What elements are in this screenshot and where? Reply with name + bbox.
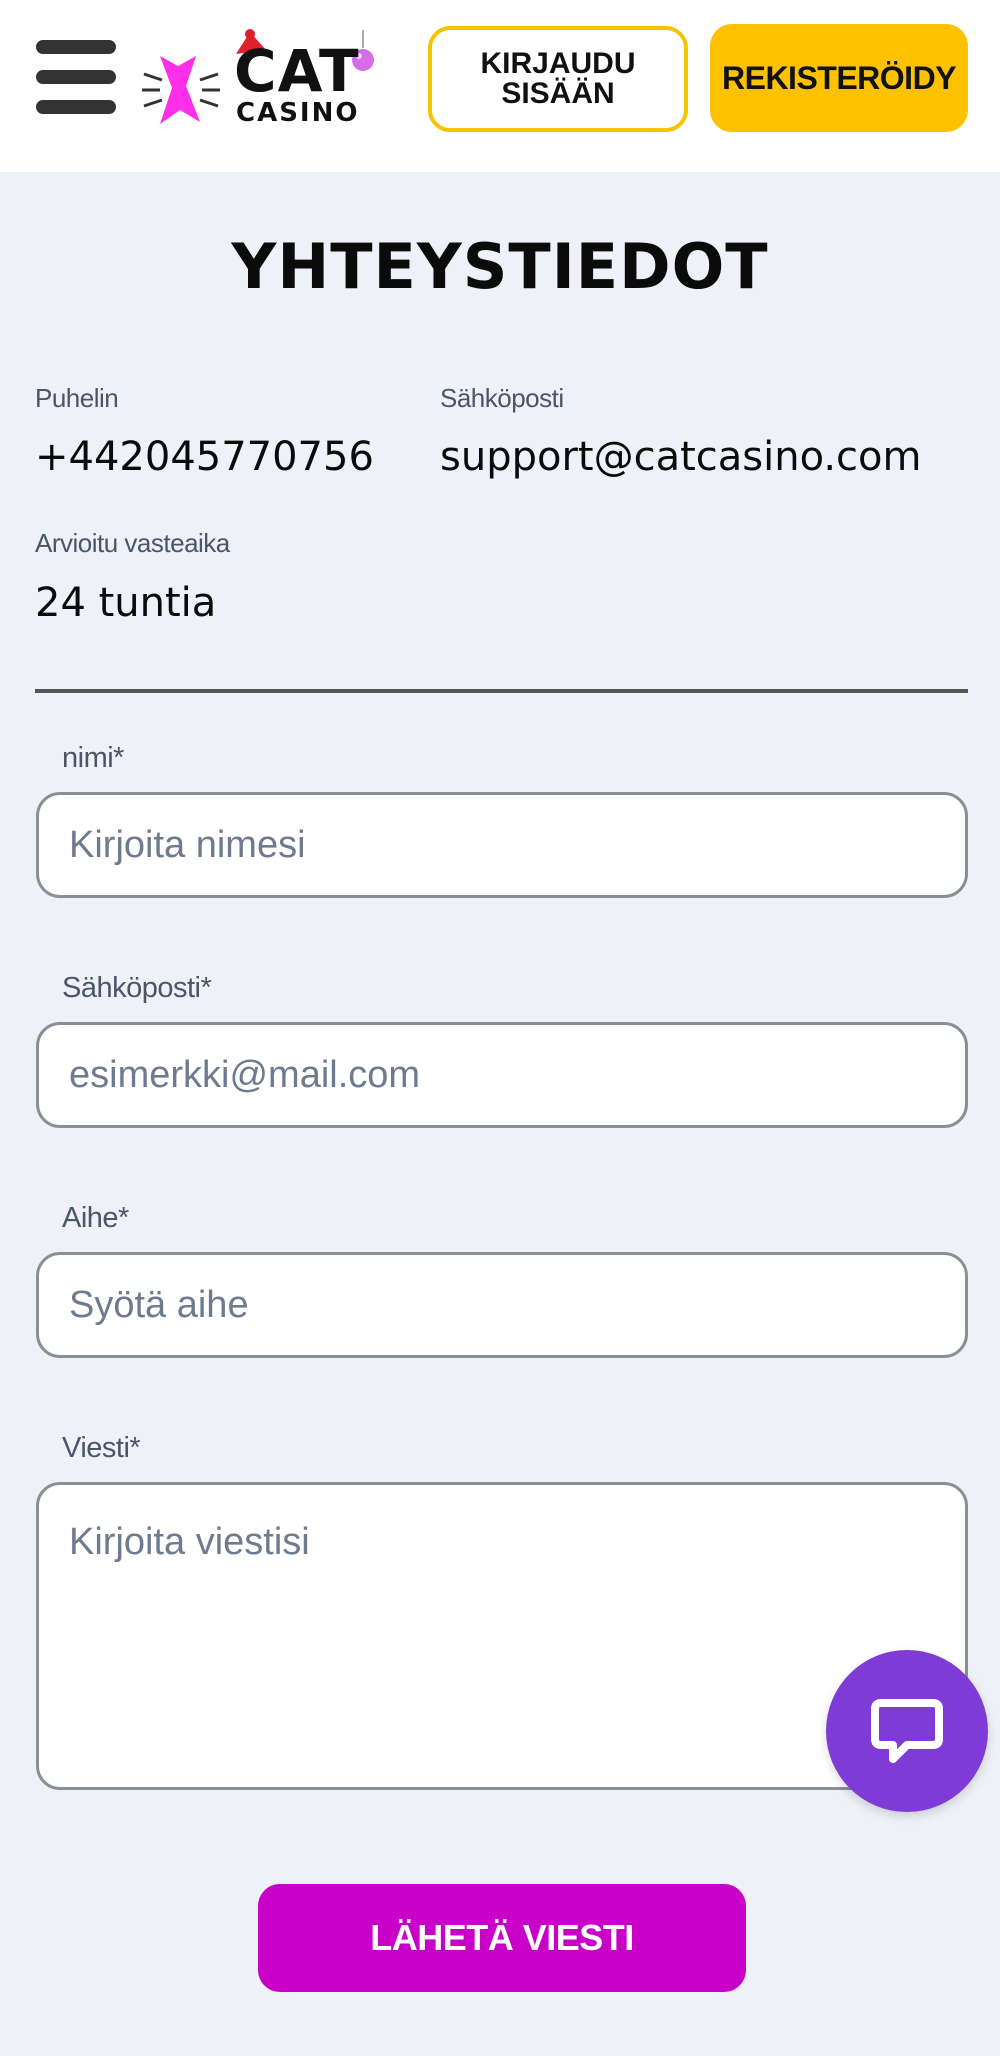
email-value[interactable]: support@catcasino.com (440, 434, 921, 480)
hamburger-menu-icon[interactable] (36, 40, 116, 114)
login-button[interactable]: KIRJAUDU SISÄÄN (428, 26, 688, 132)
subject-input[interactable] (36, 1252, 968, 1358)
response-time-label: Arvioitu vasteaika (35, 528, 230, 558)
send-message-button[interactable]: LÄHETÄ VIESTI (258, 1884, 746, 1992)
hamburger-bar (36, 70, 116, 84)
email-input[interactable] (36, 1022, 968, 1128)
email-label: Sähköposti (440, 383, 564, 413)
live-chat-button[interactable] (826, 1650, 988, 1812)
email-field-label: Sähköposti* (62, 972, 212, 1004)
phone-value[interactable]: +442045770756 (35, 434, 374, 480)
section-divider (35, 689, 968, 693)
message-field-label: Viesti* (62, 1432, 141, 1464)
cat-logo-icon (142, 56, 220, 124)
cat-casino-logo[interactable]: CAT CASINO (140, 28, 380, 138)
register-button[interactable]: REKISTERÖIDY (710, 24, 968, 132)
logo-casino-text: CASINO (236, 98, 360, 128)
hamburger-bar (36, 100, 116, 114)
chat-bubble-icon (871, 1699, 943, 1763)
phone-label: Puhelin (35, 383, 119, 413)
hamburger-bar (36, 40, 116, 54)
page-title: YHTEYSTIEDOT (231, 230, 769, 303)
name-input[interactable] (36, 792, 968, 898)
subject-field-label: Aihe* (62, 1202, 129, 1234)
name-field-label: nimi* (62, 742, 124, 774)
logo-cat-text: CAT (234, 37, 360, 105)
response-time-value: 24 tuntia (35, 580, 217, 626)
site-header: CAT CASINO KIRJAUDU SISÄÄN REKISTERÖIDY (0, 0, 1000, 172)
